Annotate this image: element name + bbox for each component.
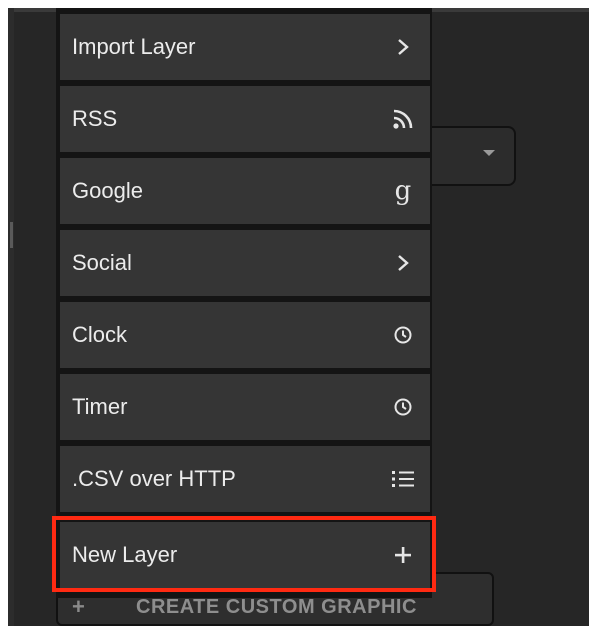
- menu-item-label: Social: [72, 250, 132, 275]
- menu-item-clock[interactable]: Clock: [60, 302, 430, 368]
- list-icon: [390, 466, 416, 492]
- menu-item-new-layer[interactable]: New Layer: [60, 522, 430, 588]
- menu-item-label: .CSV over HTTP: [72, 466, 236, 491]
- menu-item-label: Clock: [72, 322, 128, 347]
- background-dropdown[interactable]: [420, 126, 516, 186]
- menu-item-csv-over-http[interactable]: .CSV over HTTP: [60, 446, 430, 512]
- menu-item-rss[interactable]: RSS: [60, 86, 430, 152]
- menu-item-label: New Layer: [72, 542, 178, 567]
- menu-item-label: Google: [72, 178, 143, 203]
- menu-item-label: Timer: [72, 394, 128, 419]
- clock-icon: [390, 322, 416, 348]
- menu-item-timer[interactable]: Timer: [60, 374, 430, 440]
- clock-icon: [390, 394, 416, 420]
- caret-down-icon: [483, 150, 495, 156]
- plus-icon: [390, 542, 416, 568]
- menu-item-label: RSS: [72, 106, 118, 131]
- menu-item-import-layer[interactable]: Import Layer: [60, 14, 430, 80]
- google-g-icon: g: [394, 176, 412, 206]
- rss-icon: [390, 106, 416, 132]
- resize-handle[interactable]: [10, 222, 13, 248]
- chevron-right-icon: [390, 250, 416, 276]
- create-custom-graphic-label: CREATE CUSTOM GRAPHIC: [136, 596, 417, 618]
- menu-item-google[interactable]: Google g: [60, 158, 430, 224]
- screenshot-canvas: + CREATE CUSTOM GRAPHIC Import Layer RSS…: [0, 0, 597, 634]
- menu-item-social[interactable]: Social: [60, 230, 430, 296]
- left-panel-edge: [8, 8, 14, 626]
- menu-item-label: Import Layer: [72, 34, 196, 59]
- chevron-right-icon: [390, 34, 416, 60]
